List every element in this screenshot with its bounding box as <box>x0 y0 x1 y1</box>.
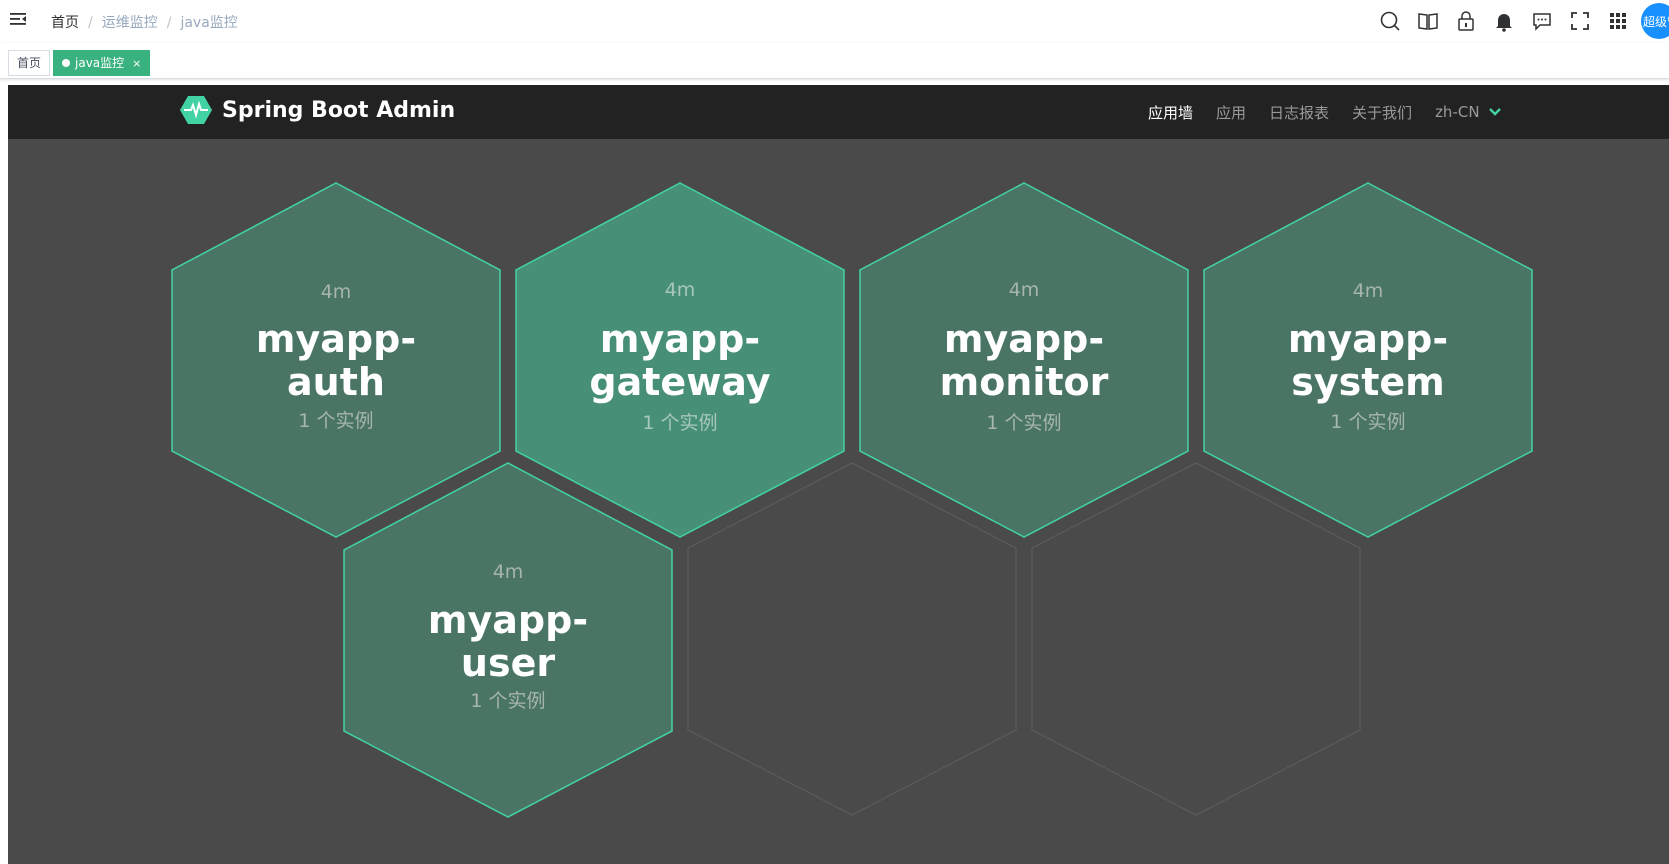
app-age: 4m <box>665 279 696 301</box>
spring-boot-admin-frame: Spring Boot Admin 应用墙 应用 日志报表 关于我们 zh-CN… <box>8 85 1669 864</box>
toolbar: 超级管理员 <box>1371 0 1669 42</box>
breadcrumb: 首页 / 运维监控 / java监控 <box>51 15 238 31</box>
lock-icon[interactable] <box>1447 0 1485 42</box>
app-name-line1: myapp- <box>600 317 760 361</box>
close-icon[interactable]: × <box>132 57 141 70</box>
fullscreen-icon[interactable] <box>1561 0 1599 42</box>
app-age: 4m <box>493 561 524 583</box>
empty-hex-slot <box>687 462 1017 816</box>
app-name-line1: myapp- <box>256 317 416 361</box>
tag-home-label: 首页 <box>17 56 42 70</box>
application-wall: 4m myapp- auth 1 个实例 4m myapp- gateway 1… <box>171 182 1533 818</box>
tag-java-monitor[interactable]: java监控 × <box>53 50 151 76</box>
document-book-icon[interactable] <box>1409 0 1447 42</box>
bell-icon[interactable] <box>1485 0 1523 42</box>
app-hex-user[interactable]: 4m myapp- user 1 个实例 <box>343 462 673 818</box>
top-navbar: 首页/运维监控/java监控 超级管理员 <box>0 0 1669 42</box>
tag-active-label: java监控 <box>75 56 125 70</box>
breadcrumb-home[interactable]: 首页 <box>51 15 79 31</box>
app-age: 4m <box>321 281 352 303</box>
app-instances: 1 个实例 <box>986 412 1061 434</box>
app-hex-auth[interactable]: 4m myapp- auth 1 个实例 <box>171 182 501 538</box>
search-icon[interactable] <box>1371 0 1409 42</box>
app-name-line2: gateway <box>589 360 770 404</box>
grid-apps-icon[interactable] <box>1599 0 1637 42</box>
breadcrumb-parent: 运维监控 <box>101 15 158 31</box>
app-instances: 1 个实例 <box>470 690 545 712</box>
app-name-line2: system <box>1291 360 1445 404</box>
app-age: 4m <box>1009 279 1040 301</box>
app-name-line1: myapp- <box>1288 317 1448 361</box>
app-name-line1: myapp- <box>428 598 588 642</box>
app-name-line2: monitor <box>940 360 1109 404</box>
breadcrumb-current: java监控 <box>180 15 238 31</box>
avatar[interactable]: 超级管理员 <box>1641 3 1669 39</box>
app-name-line2: auth <box>287 360 385 404</box>
app-hex-system[interactable]: 4m myapp- system 1 个实例 <box>1203 182 1533 538</box>
app-instances: 1 个实例 <box>642 412 717 434</box>
message-icon[interactable] <box>1523 0 1561 42</box>
app-hex-monitor[interactable]: 4m myapp- monitor 1 个实例 <box>859 182 1189 538</box>
app-instances: 1 个实例 <box>298 410 373 432</box>
tag-home[interactable]: 首页 <box>8 50 51 76</box>
active-dot-icon <box>62 59 70 67</box>
app-name-line2: user <box>461 641 555 685</box>
hamburger-icon[interactable] <box>9 10 27 28</box>
app-name-line1: myapp- <box>944 317 1104 361</box>
app-instances: 1 个实例 <box>1330 411 1405 433</box>
app-age: 4m <box>1353 280 1384 302</box>
app-hex-gateway[interactable]: 4m myapp- gateway 1 个实例 <box>515 182 845 538</box>
empty-hex-slot <box>1031 462 1361 816</box>
tags-view: 首页 java监控 × <box>0 43 1669 79</box>
